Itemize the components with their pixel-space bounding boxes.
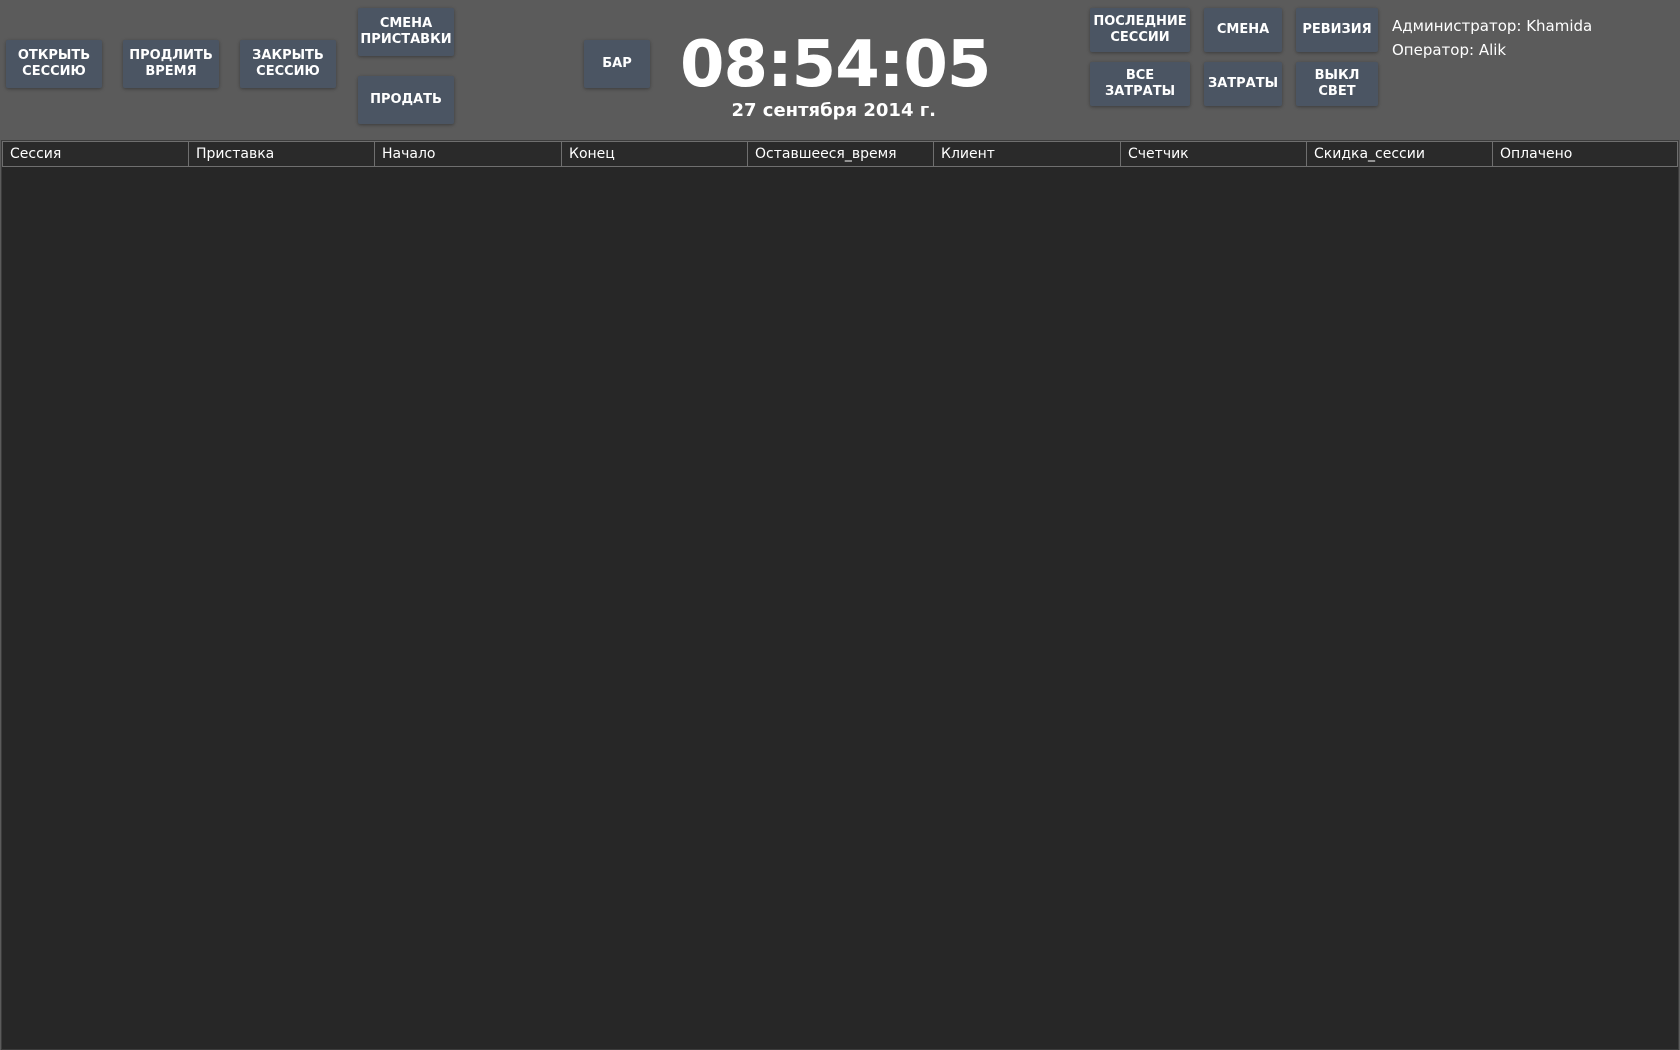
column-header-counter[interactable]: Счетчик [1120, 142, 1306, 166]
toolbar: ОТКРЫТЬ СЕССИЮ ПРОДЛИТЬ ВРЕМЯ ЗАКРЫТЬ СЕ… [0, 0, 1680, 140]
table-header: Сессия Приставка Начало Конец Оставшееся… [2, 141, 1678, 167]
lights-off-button[interactable]: ВЫКЛ СВЕТ [1296, 62, 1378, 106]
column-header-client[interactable]: Клиент [933, 142, 1120, 166]
sell-button[interactable]: ПРОДАТЬ [358, 76, 454, 124]
bar-button[interactable]: БАР [584, 40, 650, 88]
revision-button[interactable]: РЕВИЗИЯ [1296, 8, 1378, 52]
column-header-session[interactable]: Сессия [2, 142, 188, 166]
user-info: Администратор: Khamida Оператор: Alik [1392, 14, 1672, 62]
shift-button[interactable]: СМЕНА [1204, 8, 1282, 52]
all-expenses-button[interactable]: ВСЕ ЗАТРАТЫ [1090, 62, 1190, 106]
last-sessions-button[interactable]: ПОСЛЕДНИЕ СЕССИИ [1090, 8, 1190, 52]
column-header-end[interactable]: Конец [561, 142, 747, 166]
sessions-table[interactable]: Сессия Приставка Начало Конец Оставшееся… [1, 140, 1679, 1050]
clock-time: 08:54:05 [680, 28, 991, 102]
change-console-button[interactable]: СМЕНА ПРИСТАВКИ [358, 8, 454, 56]
column-header-start[interactable]: Начало [374, 142, 561, 166]
column-header-session-discount[interactable]: Скидка_сессии [1306, 142, 1492, 166]
column-header-console[interactable]: Приставка [188, 142, 374, 166]
expenses-button[interactable]: ЗАТРАТЫ [1204, 62, 1282, 106]
clock-date: 27 сентября 2014 г. [731, 100, 936, 121]
close-session-button[interactable]: ЗАКРЫТЬ СЕССИЮ [240, 40, 336, 88]
operator-label: Оператор: Alik [1392, 41, 1507, 59]
main-window: ОТКРЫТЬ СЕССИЮ ПРОДЛИТЬ ВРЕМЯ ЗАКРЫТЬ СЕ… [0, 0, 1680, 1050]
column-header-remaining-time[interactable]: Оставшееся_время [747, 142, 933, 166]
table-body[interactable] [2, 167, 1678, 1047]
extend-time-button[interactable]: ПРОДЛИТЬ ВРЕМЯ [123, 40, 219, 88]
column-header-paid[interactable]: Оплачено [1492, 142, 1678, 166]
open-session-button[interactable]: ОТКРЫТЬ СЕССИЮ [6, 40, 102, 88]
admin-label: Администратор: Khamida [1392, 17, 1593, 35]
